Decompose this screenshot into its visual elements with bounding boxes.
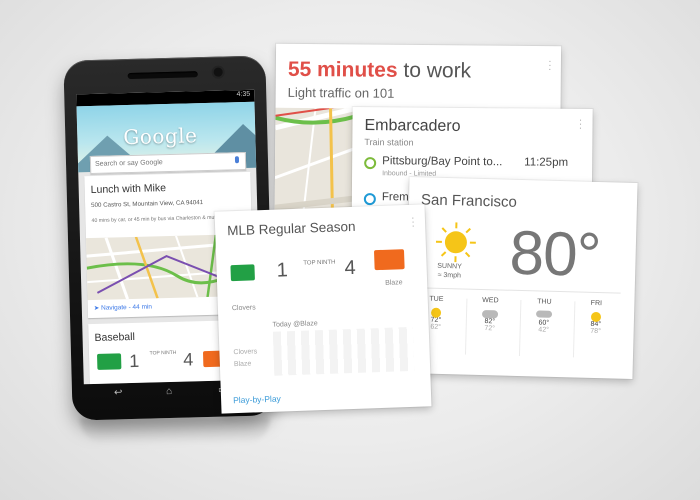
station-name: Embarcadero [364, 117, 461, 135]
forecast-day-label: FRI [590, 299, 603, 308]
phone-inning: TOP NINTH [149, 349, 177, 357]
clovers-logo-icon [230, 264, 255, 282]
mlb-card-title: MLB Regular Season [226, 218, 356, 239]
transit-departure-time: 11:25pm [524, 156, 569, 169]
current-temperature: 80° [508, 218, 602, 291]
lunch-card-address: 500 Castro St, Mountain View, CA 94041 [91, 199, 204, 210]
home-score: 4 [344, 256, 357, 280]
commute-destination: to work [403, 58, 472, 83]
forecast-low: 42° [538, 326, 550, 334]
home-icon[interactable]: ⌂ [166, 386, 172, 397]
status-time: 4:35 [236, 90, 251, 99]
weather-card[interactable]: San Francisco SUNNY ≈ 3mph 80° TUE 72° 6… [404, 177, 638, 379]
camera-icon [213, 67, 223, 77]
rain-icon [535, 310, 553, 318]
inning-indicator: TOP NINTH [303, 259, 336, 267]
google-header: Google [76, 101, 262, 175]
phone-away-score: 1 [128, 350, 140, 372]
transit-destination: Pittsburg/Bay Point to... [382, 155, 503, 169]
phone-home-score: 4 [182, 349, 194, 370]
forecast-day-label: THU [537, 298, 552, 306]
sun-icon [435, 222, 476, 268]
baseball-card-title: Baseball [94, 330, 136, 344]
forecast-low: 78° [590, 327, 602, 336]
phone-reflection [80, 418, 270, 444]
clovers-logo-icon [97, 353, 122, 370]
google-logo: Google [123, 123, 198, 150]
forecast-low: 72° [484, 325, 496, 333]
traffic-status: Light traffic on 101 [287, 84, 395, 101]
wind-speed: 3mph [443, 271, 462, 280]
navigate-link[interactable]: ➤ Navigate - 44 min [94, 302, 152, 312]
mic-icon[interactable] [234, 156, 240, 164]
forecast-day: WED 82° 72° [470, 297, 511, 333]
station-type: Train station [364, 137, 414, 148]
weather-city: San Francisco [420, 191, 518, 211]
overflow-menu-icon[interactable]: · · · [578, 115, 583, 134]
weather-condition-block: SUNNY ≈ 3mph [437, 262, 462, 281]
commute-headline: 55 minutes to work [288, 58, 471, 84]
forecast-separator [464, 298, 468, 355]
lunch-card-title: Lunch with Mike [90, 182, 167, 197]
forecast-day: FRI 84° 78° [576, 299, 617, 335]
linescore-header: Today @Blaze [272, 320, 318, 329]
forecast-day-label: WED [482, 296, 499, 305]
phone-earpiece [127, 71, 198, 80]
search-input[interactable] [94, 155, 224, 170]
linescore: Today @Blaze Clovers Blaze [232, 317, 415, 379]
line-color-icon [363, 193, 376, 206]
commute-minutes: 55 minutes [287, 57, 398, 82]
home-team-name: Blaze [385, 279, 403, 287]
blaze-logo-icon [373, 249, 405, 271]
mlb-card[interactable]: MLB Regular Season · · · 1 TOP NINTH 4 Clo… [214, 204, 432, 414]
search-box[interactable] [89, 151, 247, 175]
cloud-icon [481, 309, 499, 319]
overflow-menu-icon[interactable]: · · · [548, 56, 552, 75]
navigate-label: Navigate - 44 min [100, 303, 153, 312]
back-icon[interactable]: ↩ [114, 387, 123, 398]
line-color-icon [364, 157, 377, 170]
overflow-menu-icon[interactable]: · · · [411, 213, 415, 232]
linescore-team: Clovers [233, 348, 258, 357]
play-by-play-link[interactable]: Play-by-Play [233, 394, 281, 406]
linescore-grid [272, 326, 415, 376]
away-score: 1 [276, 259, 289, 282]
forecast-day: THU 60° 42° [524, 298, 565, 334]
away-team-name: Clovers [231, 304, 256, 313]
forecast-separator [518, 299, 522, 356]
linescore-team: Blaze [233, 360, 252, 369]
